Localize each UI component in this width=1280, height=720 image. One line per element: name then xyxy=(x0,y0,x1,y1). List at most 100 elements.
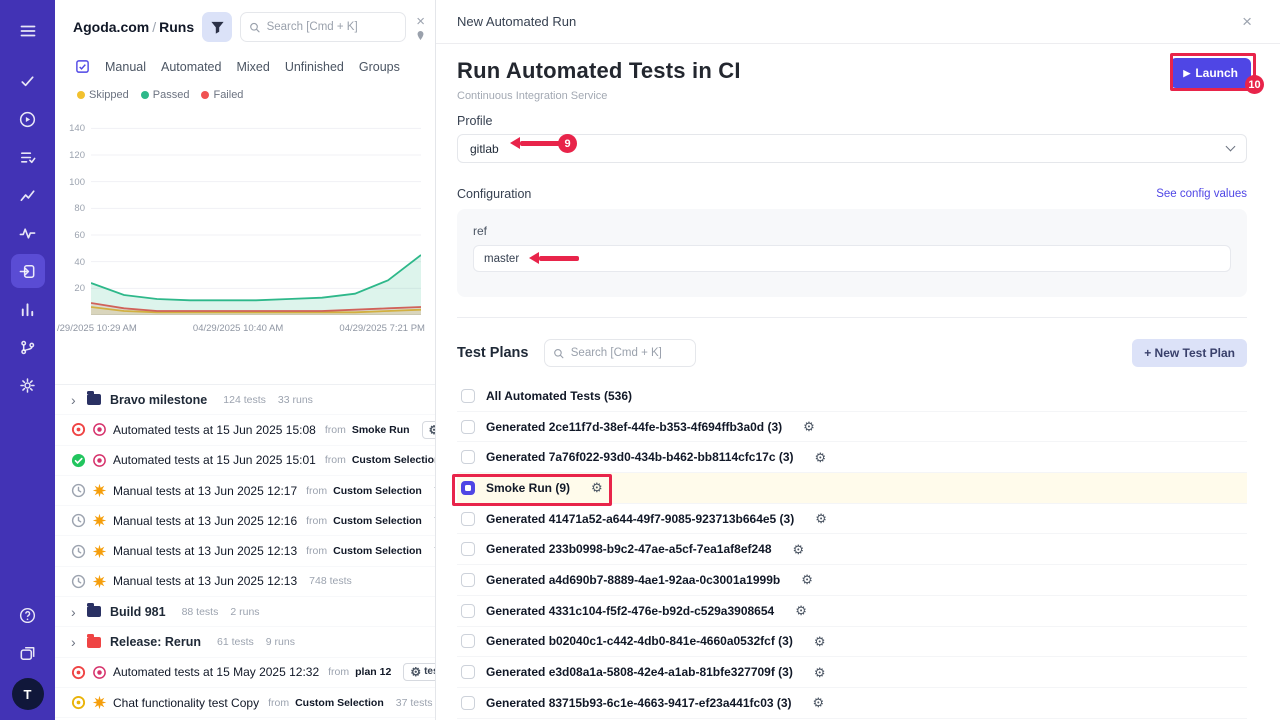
run-row[interactable]: Automated tests at 15 Jun 2025 15:01from… xyxy=(55,446,435,476)
gear-icon[interactable]: ⚙ xyxy=(815,512,827,525)
test-plan-row[interactable]: Generated 4331c104-f5f2-476e-b92d-c529a3… xyxy=(457,596,1247,627)
test-plan-row[interactable]: Generated 41471a52-a644-49f7-9085-923713… xyxy=(457,504,1247,535)
folder-row[interactable]: ›Release: Rerun61 tests9 runs xyxy=(55,627,435,657)
plan-checkbox[interactable] xyxy=(461,389,475,403)
chevron-right-icon[interactable]: › xyxy=(71,604,81,620)
plan-checkbox[interactable] xyxy=(461,481,475,495)
gear-icon[interactable]: ⚙ xyxy=(813,696,825,709)
run-row[interactable]: Manual tests at 13 Jun 2025 12:13fromCus… xyxy=(55,536,435,566)
tab-mixed[interactable]: Mixed xyxy=(236,60,269,74)
folder-row[interactable]: ›Bravo milestone124 tests33 runs xyxy=(55,385,435,415)
y-tick-label: 120 xyxy=(61,150,85,161)
run-row[interactable]: Manual tests at 13 Jun 2025 12:16fromCus… xyxy=(55,506,435,536)
runs-search[interactable] xyxy=(240,12,406,42)
search-input[interactable] xyxy=(267,21,398,33)
menu-icon[interactable] xyxy=(11,14,45,48)
plan-checkbox[interactable] xyxy=(461,542,475,556)
test-plan-row[interactable]: All Automated Tests (536) xyxy=(457,381,1247,412)
test-list-icon[interactable] xyxy=(11,140,45,174)
gear-icon[interactable]: ⚙ xyxy=(795,604,807,617)
chart-x-axis: /29/2025 10:29 AM04/29/2025 10:40 AM04/2… xyxy=(57,323,425,334)
gear-icon[interactable]: ⚙ xyxy=(815,451,827,464)
close-icon[interactable]: × xyxy=(1240,13,1254,30)
run-meta: 747 tests xyxy=(434,545,435,557)
test-plan-row[interactable]: Generated e3d08a1a-5808-42e4-a1ab-81bfe3… xyxy=(457,657,1247,688)
run-title: Chat functionality test Copy xyxy=(113,696,259,710)
run-row[interactable]: Automated tests at 15 Jun 2025 15:08from… xyxy=(55,415,435,445)
tab-manual[interactable]: Manual xyxy=(105,60,146,74)
projects-icon[interactable] xyxy=(11,636,45,670)
panel-title: New Automated Run xyxy=(457,14,576,29)
runs-chart: 14012010080604020 xyxy=(61,115,421,315)
plan-checkbox[interactable] xyxy=(461,604,475,618)
gear-icon[interactable]: ⚙ xyxy=(793,543,805,556)
run-row[interactable]: Chat functionality test CopyfromCustom S… xyxy=(55,688,435,718)
test-plan-row[interactable]: Generated 233b0998-b9c2-47ae-a5cf-7ea1af… xyxy=(457,534,1247,565)
see-config-values-link[interactable]: See config values xyxy=(1156,188,1247,200)
ref-input[interactable] xyxy=(473,245,1231,272)
breadcrumb-project[interactable]: Agoda.com xyxy=(73,19,149,35)
test-plan-row[interactable]: Generated a4d690b7-8889-4ae1-92aa-0c3001… xyxy=(457,565,1247,596)
gear-icon[interactable]: ⚙ xyxy=(801,573,813,586)
avatar[interactable]: T xyxy=(12,678,44,710)
skipped-status-icon xyxy=(71,695,86,710)
from-label: from xyxy=(328,666,349,678)
runs-count: 33 runs xyxy=(278,394,313,406)
check-icon[interactable] xyxy=(11,64,45,98)
plan-checkbox[interactable] xyxy=(461,450,475,464)
test-plan-row[interactable]: Generated b02040c1-c442-4db0-841e-4660a0… xyxy=(457,627,1247,658)
passed-status-icon xyxy=(71,453,86,468)
chevron-right-icon[interactable]: › xyxy=(71,634,81,650)
play-circle-icon[interactable] xyxy=(11,102,45,136)
run-source: Custom Selection xyxy=(333,515,422,527)
launch-button[interactable]: ▶ Launch xyxy=(1170,58,1251,88)
run-title: Manual tests at 13 Jun 2025 12:13 xyxy=(113,544,297,558)
trend-icon[interactable] xyxy=(11,178,45,212)
tab-unfinished[interactable]: Unfinished xyxy=(285,60,344,74)
gear-icon[interactable]: ⚙ xyxy=(803,420,815,433)
tab-groups[interactable]: Groups xyxy=(359,60,400,74)
close-icon[interactable]: × xyxy=(414,14,427,29)
gear-icon[interactable]: ⚙ xyxy=(591,481,603,494)
help-icon[interactable] xyxy=(11,598,45,632)
gear-icon: ⚙ xyxy=(410,666,421,678)
plan-checkbox[interactable] xyxy=(461,420,475,434)
search-input[interactable] xyxy=(571,347,688,359)
branch-icon[interactable] xyxy=(11,330,45,364)
test-plan-row[interactable]: Smoke Run (9)⚙ xyxy=(457,473,1247,504)
import-icon[interactable] xyxy=(11,254,45,288)
new-test-plan-button[interactable]: + New Test Plan xyxy=(1132,339,1247,367)
run-row[interactable]: Automated tests at 15 May 2025 12:32from… xyxy=(55,658,435,688)
plan-checkbox[interactable] xyxy=(461,634,475,648)
analytics-icon[interactable] xyxy=(11,292,45,326)
run-source: Custom Selection xyxy=(333,545,422,557)
pin-icon[interactable] xyxy=(415,30,426,41)
manual-run-icon xyxy=(92,574,107,589)
pulse-icon[interactable] xyxy=(11,216,45,250)
test-plan-row[interactable]: Generated 7a76f022-93d0-434b-b462-bb8114… xyxy=(457,442,1247,473)
filter-button[interactable] xyxy=(202,12,232,42)
gear-icon[interactable]: ⚙ xyxy=(814,635,826,648)
plan-label: Generated 83715b93-6c1e-4663-9417-ef23a4… xyxy=(486,696,792,710)
run-row[interactable]: Manual tests at 13 Jun 2025 12:13748 tes… xyxy=(55,567,435,597)
profile-select[interactable]: gitlab xyxy=(457,134,1247,163)
profile-label: Profile xyxy=(457,114,1247,128)
plan-checkbox[interactable] xyxy=(461,696,475,710)
gear-icon[interactable]: ⚙ xyxy=(814,666,826,679)
chevron-right-icon[interactable]: › xyxy=(71,392,81,408)
test-plan-row[interactable]: Generated 83715b93-6c1e-4663-9417-ef23a4… xyxy=(457,688,1247,719)
plan-label: Generated a4d690b7-8889-4ae1-92aa-0c3001… xyxy=(486,573,780,587)
test-plans-search[interactable] xyxy=(544,339,696,367)
tab-automated[interactable]: Automated xyxy=(161,60,221,74)
plan-checkbox[interactable] xyxy=(461,573,475,587)
from-label: from xyxy=(306,485,327,497)
run-row[interactable]: Manual tests at 13 Jun 2025 12:17fromCus… xyxy=(55,476,435,506)
report-icon[interactable] xyxy=(75,59,90,74)
plan-checkbox[interactable] xyxy=(461,512,475,526)
gear-icon[interactable] xyxy=(11,368,45,402)
test-plan-row[interactable]: Generated 2ce11f7d-38ef-44fe-b353-4f694f… xyxy=(457,412,1247,443)
plan-checkbox[interactable] xyxy=(461,665,475,679)
run-source: plan 12 xyxy=(355,666,391,678)
manual-run-icon xyxy=(92,483,107,498)
folder-row[interactable]: ›Build 98188 tests2 runs xyxy=(55,597,435,627)
